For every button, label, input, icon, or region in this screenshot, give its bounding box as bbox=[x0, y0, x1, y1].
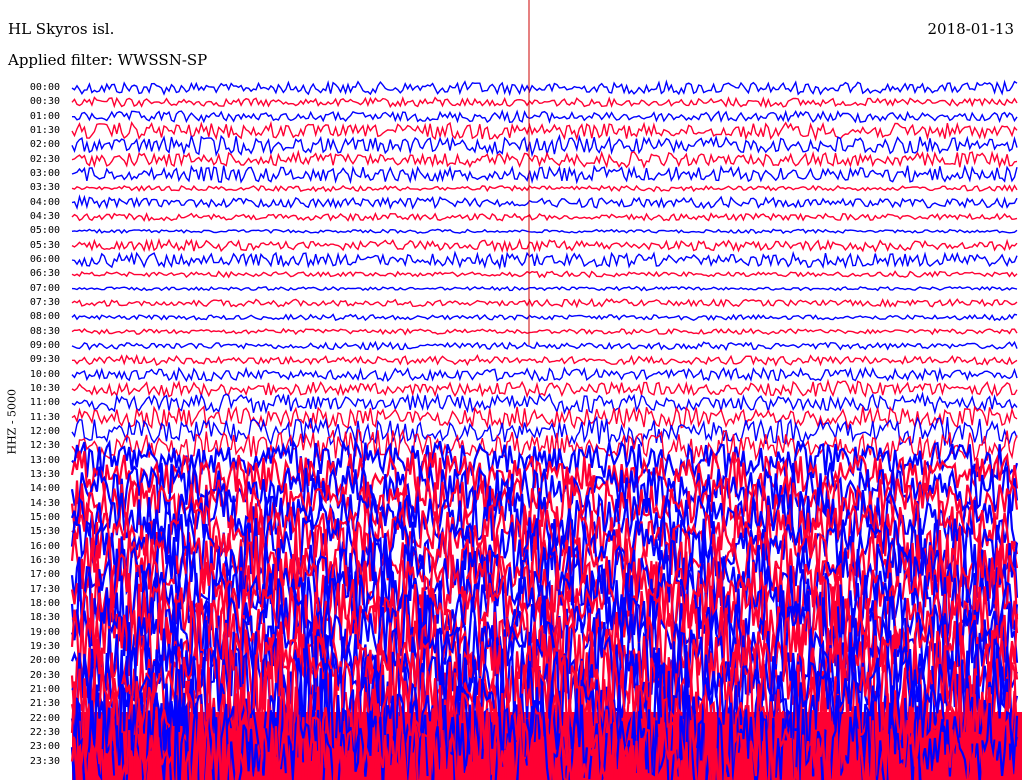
trace-line bbox=[71, 96, 1018, 109]
trace-line bbox=[71, 313, 1018, 322]
trace-line bbox=[71, 327, 1018, 336]
trace-line bbox=[71, 228, 1018, 235]
trace-line bbox=[71, 184, 1018, 193]
trace-line bbox=[71, 211, 1018, 222]
trace-line bbox=[71, 250, 1018, 271]
trace-line bbox=[71, 164, 1018, 185]
trace-line bbox=[71, 120, 1018, 142]
trace-line bbox=[71, 391, 1018, 416]
trace-line bbox=[72, 109, 1018, 124]
trace-line bbox=[71, 297, 1018, 309]
trace-line bbox=[71, 285, 1018, 292]
seismogram-plot bbox=[70, 0, 1022, 780]
trace-line bbox=[71, 149, 1018, 169]
trace-line bbox=[71, 340, 1018, 352]
trace-line bbox=[71, 133, 1018, 158]
trace-line bbox=[72, 353, 1018, 367]
trace-line bbox=[71, 378, 1018, 399]
trace-line bbox=[71, 366, 1018, 383]
trace-line bbox=[71, 270, 1018, 279]
trace-line bbox=[71, 237, 1018, 253]
trace-line bbox=[71, 79, 1018, 97]
trace-line bbox=[71, 194, 1018, 211]
